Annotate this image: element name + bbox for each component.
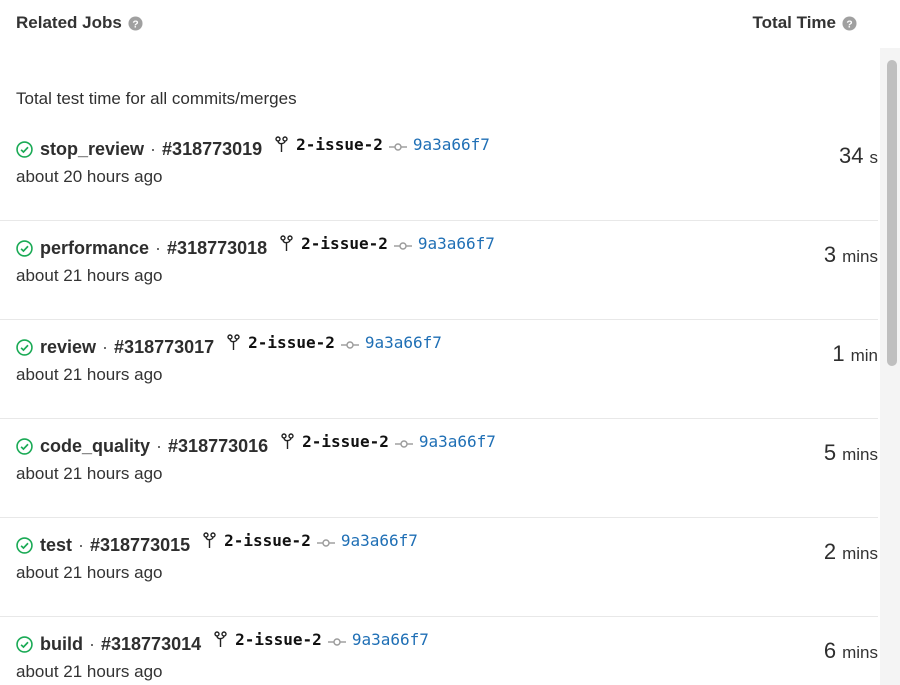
job-id-link[interactable]: #318773018: [167, 238, 267, 259]
commit-sha-link[interactable]: 9a3a66f7: [418, 234, 495, 253]
status-success-icon[interactable]: [16, 537, 33, 554]
status-success-icon[interactable]: [16, 141, 33, 158]
duration-unit: s: [869, 148, 879, 167]
duration-value: 6: [823, 638, 837, 663]
branch-icon: [214, 630, 227, 647]
branch-link[interactable]: 2-issue-2: [302, 432, 389, 451]
job-row: test · #318773015 2-issue-2 9a3a66f7 abo…: [0, 517, 878, 617]
branch-link[interactable]: 2-issue-2: [235, 630, 322, 649]
duration-unit: min: [850, 346, 878, 365]
job-name-link[interactable]: stop_review: [40, 139, 144, 160]
commit-sha-link[interactable]: 9a3a66f7: [341, 531, 418, 550]
commit-icon: [394, 439, 413, 448]
time-ago: about 21 hours ago: [16, 365, 163, 384]
svg-text:?: ?: [132, 19, 138, 30]
related-jobs-label: Related Jobs: [16, 13, 122, 32]
duration-unit: mins: [842, 445, 878, 464]
job-id-link[interactable]: #318773019: [162, 139, 262, 160]
separator: ·: [150, 139, 157, 159]
status-success-icon[interactable]: [16, 339, 33, 356]
time-ago: about 20 hours ago: [16, 167, 163, 186]
job-name-link[interactable]: build: [40, 634, 83, 655]
job-name-link[interactable]: test: [40, 535, 72, 556]
duration-unit: mins: [842, 643, 878, 662]
job-duration: 5 mins: [824, 440, 878, 466]
branch-link[interactable]: 2-issue-2: [248, 333, 335, 352]
job-row: build · #318773014 2-issue-2 9a3a66f7 ab…: [0, 616, 878, 685]
branch-link[interactable]: 2-issue-2: [224, 531, 311, 550]
commit-icon: [316, 538, 335, 547]
job-row: performance · #318773018 2-issue-2 9a3a6…: [0, 220, 878, 320]
time-ago: about 21 hours ago: [16, 464, 163, 483]
duration-value: 1: [832, 341, 845, 366]
duration-value: 3: [823, 242, 837, 267]
time-ago: about 21 hours ago: [16, 563, 163, 582]
svg-text:?: ?: [846, 19, 852, 30]
job-row: code_quality · #318773016 2-issue-2 9a3a…: [0, 418, 878, 518]
separator: ·: [156, 436, 163, 456]
job-duration: 2 mins: [824, 539, 878, 565]
duration-value: 2: [823, 539, 837, 564]
branch-icon: [227, 333, 240, 350]
commit-sha-link[interactable]: 9a3a66f7: [419, 432, 496, 451]
job-row: stop_review · #318773019 2-issue-2 9a3a6…: [0, 121, 878, 221]
duration-unit: mins: [842, 544, 878, 563]
table-header: Related Jobs ? Total Time ?: [0, 0, 900, 48]
scrollbar-thumb[interactable]: [887, 60, 897, 366]
jobs-list[interactable]: Total test time for all commits/merges s…: [0, 48, 900, 685]
job-duration: 34 s: [839, 143, 878, 169]
related-jobs-heading: Related Jobs ?: [16, 13, 143, 33]
separator: ·: [102, 337, 109, 357]
job-row: review · #318773017 2-issue-2 9a3a66f7 a…: [0, 319, 878, 419]
branch-link[interactable]: 2-issue-2: [301, 234, 388, 253]
commit-icon: [327, 637, 346, 646]
total-time-heading: Total Time ?: [753, 13, 857, 33]
job-id-link[interactable]: #318773015: [90, 535, 190, 556]
branch-icon: [281, 432, 294, 449]
duration-value: 5: [823, 440, 837, 465]
commit-icon: [340, 340, 359, 349]
branch-icon: [280, 234, 293, 251]
total-time-label: Total Time: [752, 13, 836, 32]
commit-sha-link[interactable]: 9a3a66f7: [413, 135, 490, 154]
job-duration: 1 min: [832, 341, 878, 367]
branch-icon: [275, 135, 288, 152]
branch-link[interactable]: 2-issue-2: [296, 135, 383, 154]
job-id-link[interactable]: #318773016: [168, 436, 268, 457]
separator: ·: [89, 634, 95, 654]
duration-value: 34: [839, 143, 864, 168]
job-duration: 6 mins: [824, 638, 878, 664]
job-name-link[interactable]: review: [40, 337, 96, 358]
duration-unit: mins: [842, 247, 878, 266]
summary-text: Total test time for all commits/merges: [16, 89, 297, 108]
time-ago: about 21 hours ago: [16, 266, 163, 285]
time-ago: about 21 hours ago: [16, 662, 163, 681]
commit-sha-link[interactable]: 9a3a66f7: [352, 630, 429, 649]
help-icon[interactable]: ?: [842, 15, 857, 31]
commit-icon: [388, 142, 407, 151]
job-duration: 3 mins: [824, 242, 878, 268]
status-success-icon[interactable]: [16, 240, 33, 257]
help-icon[interactable]: ?: [128, 15, 143, 31]
job-name-link[interactable]: performance: [40, 238, 149, 259]
separator: ·: [78, 535, 85, 555]
branch-icon: [203, 531, 216, 548]
status-success-icon[interactable]: [16, 438, 33, 455]
commit-sha-link[interactable]: 9a3a66f7: [365, 333, 442, 352]
job-name-link[interactable]: code_quality: [40, 436, 150, 457]
status-success-icon[interactable]: [16, 636, 33, 653]
commit-icon: [393, 241, 412, 250]
job-id-link[interactable]: #318773017: [114, 337, 214, 358]
separator: ·: [155, 238, 162, 258]
job-id-link[interactable]: #318773014: [101, 634, 201, 655]
